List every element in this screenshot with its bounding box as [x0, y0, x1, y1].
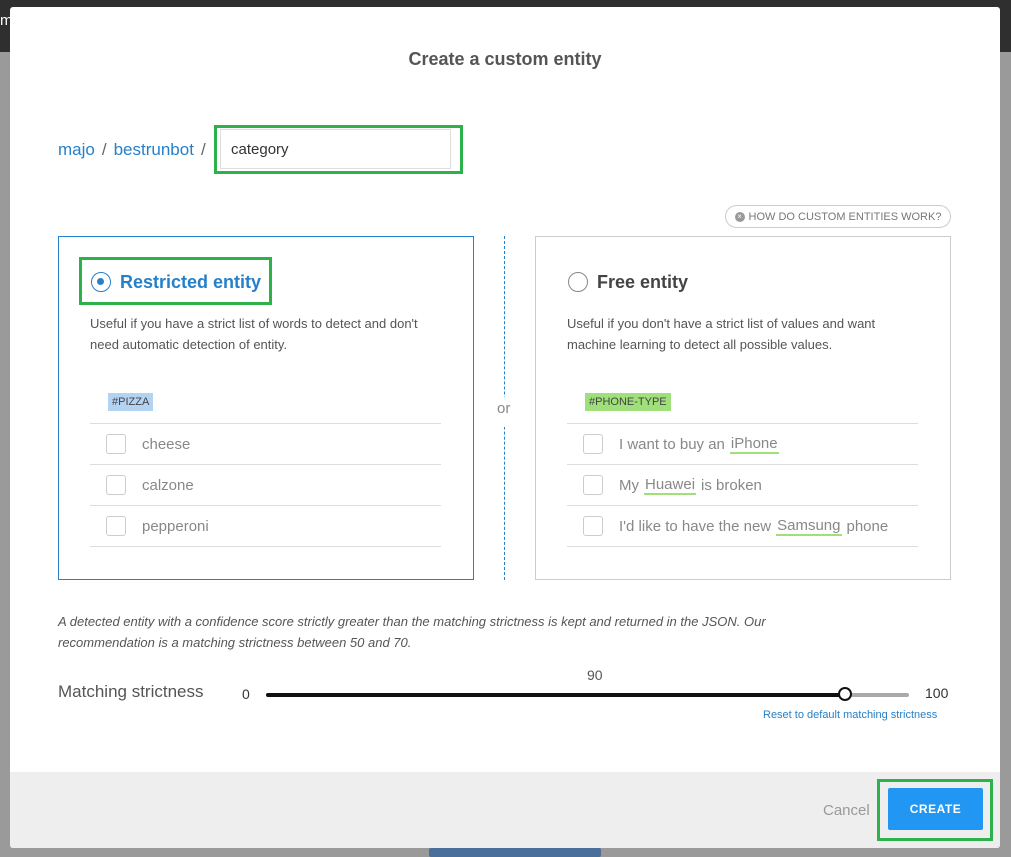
example-text: I want to buy an	[619, 435, 725, 453]
modal-title: Create a custom entity	[408, 49, 602, 69]
restricted-entity-card[interactable]: Restricted entity Useful if you have a s…	[58, 236, 474, 580]
highlighted-value: Samsung	[776, 516, 842, 536]
example-text: phone	[846, 517, 889, 535]
highlighted-value: Huawei	[644, 475, 697, 495]
breadcrumb-separator: /	[200, 140, 206, 159]
list-item: cheese	[90, 424, 441, 465]
free-example-list: I want to buy an iPhone My Huawei is broken…	[567, 423, 918, 547]
free-entity-title: Free entity	[597, 272, 689, 292]
list-item: I'd like to have the new Samsung phone	[567, 506, 918, 547]
create-button[interactable]: CREATE	[888, 788, 983, 830]
checkbox[interactable]	[106, 516, 126, 536]
list-item: calzone	[90, 465, 441, 506]
checkbox[interactable]	[583, 434, 603, 454]
restricted-entity-title: Restricted entity	[120, 272, 262, 292]
close-circle-icon: ×	[734, 211, 745, 222]
breadcrumb-separator: /	[101, 140, 107, 159]
slider-value: 90	[587, 667, 603, 683]
breadcrumb-user-link[interactable]: majo	[58, 140, 95, 160]
slider-max: 100	[925, 685, 949, 701]
modal-footer: Cancel CREATE	[10, 772, 1000, 848]
entity-tag: #PIZZA	[108, 393, 154, 411]
or-label: or	[497, 400, 511, 417]
checkbox[interactable]	[583, 516, 603, 536]
list-item: I want to buy an iPhone	[567, 424, 918, 465]
checkbox[interactable]	[106, 434, 126, 454]
highlighted-value: iPhone	[729, 434, 779, 454]
help-button-label: HOW DO CUSTOM ENTITIES WORK?	[748, 210, 942, 223]
cancel-button[interactable]: Cancel	[823, 802, 870, 819]
example-text: My	[619, 476, 639, 494]
example-text: pepperoni	[142, 517, 209, 535]
entity-tag: #PHONE-TYPE	[585, 393, 671, 411]
list-item: pepperoni	[90, 506, 441, 547]
breadcrumb-bot-link[interactable]: bestrunbot	[114, 140, 194, 160]
checkbox[interactable]	[106, 475, 126, 495]
slider-thumb[interactable]	[837, 687, 852, 701]
breadcrumb: majo / bestrunbot /	[58, 140, 213, 160]
strictness-slider[interactable]	[266, 687, 909, 701]
example-text: is broken	[701, 476, 762, 494]
example-text: I'd like to have the new	[619, 517, 772, 535]
restricted-description: Useful if you have a strict list of word…	[90, 316, 418, 352]
entity-name-input[interactable]	[220, 129, 451, 169]
free-description: Useful if you don't have a strict list o…	[567, 316, 876, 352]
example-text: calzone	[142, 476, 194, 494]
example-text: cheese	[142, 435, 191, 453]
slider-min: 0	[242, 686, 250, 702]
strictness-label: Matching strictness	[58, 682, 204, 701]
restricted-example-list: cheese calzone pepperoni	[90, 423, 441, 547]
free-radio[interactable]	[568, 272, 588, 292]
reset-strictness-link[interactable]: Reset to default matching strictness	[763, 709, 937, 721]
slider-fill	[266, 693, 845, 697]
create-entity-modal: Create a custom entity majo / bestrunbot…	[10, 7, 1000, 848]
help-button[interactable]: × HOW DO CUSTOM ENTITIES WORK?	[725, 205, 951, 228]
checkbox[interactable]	[583, 475, 603, 495]
list-item: My Huawei is broken	[567, 465, 918, 506]
free-entity-card[interactable]: Free entity Useful if you don't have a s…	[535, 236, 951, 580]
background-button	[429, 848, 601, 857]
strictness-note: A detected entity with a confidence scor…	[58, 614, 766, 650]
restricted-radio[interactable]	[91, 272, 111, 292]
